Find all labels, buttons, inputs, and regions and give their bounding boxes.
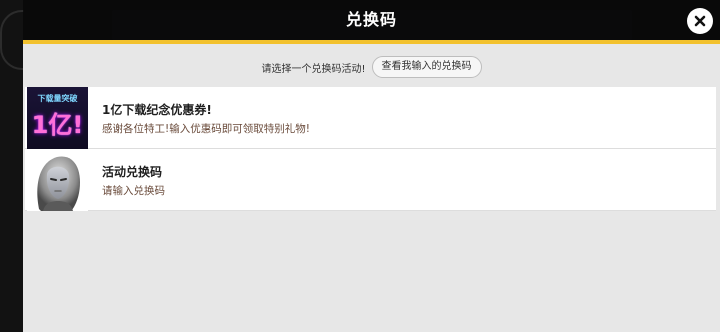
- list-item-description: 感谢各位特工!输入优惠码即可领取特别礼物!: [102, 123, 310, 135]
- modal-title: 兑换码: [345, 10, 397, 29]
- list-item-title: 1亿下载纪念优惠券!: [102, 103, 212, 117]
- list-item-title: 活动兑换码: [102, 165, 163, 179]
- list-item-description: 请输入兑换码: [102, 185, 165, 197]
- modal-body: 请选择一个兑换码活动! 查看我输入的兑换码 下载量突破 1亿! 1亿下载纪念优惠…: [23, 44, 720, 332]
- anniversary-thumbnail: 下载量突破 1亿!: [27, 87, 88, 149]
- list-item-anniversary-coupon[interactable]: 下载量突破 1亿! 1亿下载纪念优惠券! 感谢各位特工!输入优惠码即可领取特别礼…: [25, 87, 716, 149]
- modal-header: 兑换码: [23, 0, 720, 40]
- view-my-codes-button[interactable]: 查看我输入的兑换码: [371, 56, 482, 78]
- close-icon: [694, 15, 706, 27]
- thumbnail-big-text: 1亿!: [31, 111, 84, 139]
- event-list: 下载量突破 1亿! 1亿下载纪念优惠券! 感谢各位特工!输入优惠码即可领取特别礼…: [25, 87, 716, 211]
- thumbnail-top-text: 下载量突破: [37, 94, 78, 103]
- prompt-row: 请选择一个兑换码活动! 查看我输入的兑换码: [23, 55, 720, 79]
- close-button[interactable]: [687, 8, 713, 34]
- redeem-code-modal: 兑换码 请选择一个兑换码活动! 查看我输入的兑换码 下载量突破 1亿! 1亿下载…: [23, 0, 720, 332]
- list-item-event-code[interactable]: 活动兑换码 请输入兑换码: [25, 149, 716, 211]
- character-portrait-icon: [27, 149, 88, 211]
- prompt-text: 请选择一个兑换码活动!: [261, 63, 366, 75]
- background-arc: [0, 10, 24, 70]
